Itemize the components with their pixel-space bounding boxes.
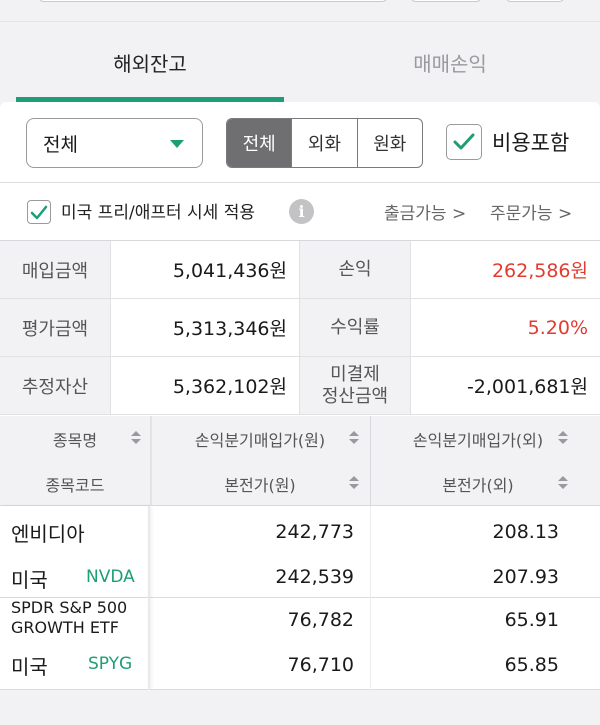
include-cost-checkbox[interactable] <box>446 124 482 160</box>
holding-name-line2: GROWTH ETF <box>11 618 119 637</box>
eval-amount-value: 5,313,346원 <box>111 299 300 356</box>
principal-fx-value: 207.93 <box>492 566 559 588</box>
orderable-link[interactable]: 주문가능 > <box>490 199 572 224</box>
breakeven-krw-value: 242,773 <box>275 521 354 543</box>
summary-row: 추정자산 5,362,102원 미결제 정산금액 -2,001,681원 <box>0 357 600 415</box>
pnl-label: 손익 <box>300 241 411 298</box>
unsettled-label-line1: 미결제 <box>330 363 380 385</box>
return-rate-label: 수익률 <box>300 299 411 356</box>
sort-icon[interactable] <box>558 431 568 445</box>
include-cost-label[interactable]: 비용포함 <box>492 124 569 160</box>
holding-country: 미국 <box>11 568 48 592</box>
holding-name-cell: SPDR S&P 500 GROWTH ETF 미국 SPYG <box>0 598 150 690</box>
check-icon <box>453 133 475 150</box>
segment-all[interactable]: 전체 <box>227 119 292 167</box>
principal-krw-value: 242,539 <box>275 566 354 588</box>
holding-row[interactable]: 엔비디아 미국 NVDA 242,773 242,539 208.13 207.… <box>0 506 600 598</box>
header-stock-name-label: 종목명 <box>52 430 98 450</box>
holding-code: SPYG <box>88 654 133 674</box>
summary-table: 매입금액 5,041,436원 손익 262,586원 평가금액 5,313,3… <box>0 240 600 415</box>
column-divider <box>370 416 371 506</box>
header-stock-code[interactable]: 종목코드 <box>0 461 150 506</box>
info-icon[interactable]: i <box>289 199 314 224</box>
toolbar-button-remnant-2[interactable] <box>505 0 565 2</box>
purchase-amount-value: 5,041,436원 <box>111 241 300 298</box>
breakeven-fx-value: 65.91 <box>504 609 559 631</box>
pnl-value: 262,586원 <box>491 260 588 282</box>
unsettled-amount-value: -2,001,681원 <box>466 376 588 398</box>
holding-row[interactable]: SPDR S&P 500 GROWTH ETF 미국 SPYG 76,782 7… <box>0 598 600 690</box>
summary-row: 평가금액 5,313,346원 수익률 5.20% <box>0 299 600 357</box>
header-principal-fx[interactable]: 본전가(외) <box>378 461 578 506</box>
return-rate-value: 5.20% <box>527 316 588 339</box>
toolbar-button-remnant[interactable] <box>410 0 482 2</box>
holding-name-line1: SPDR S&P 500 <box>11 598 128 617</box>
sort-icon[interactable] <box>349 431 359 445</box>
estimated-asset-value: 5,362,102원 <box>111 357 300 414</box>
tab-overseas-balance[interactable]: 해외잔고 <box>16 22 284 102</box>
balance-card: 전체 전체 외화 원화 비용포함 미국 프리/애프터 시세 적용 i 출금가능 … <box>0 102 600 725</box>
header-stock-name[interactable]: 종목명 <box>0 416 150 461</box>
summary-row: 매입금액 5,041,436원 손익 262,586원 <box>0 241 600 299</box>
estimated-asset-label: 추정자산 <box>0 357 111 414</box>
unsettled-label-line2: 정산금액 <box>321 385 389 407</box>
filter-row: 전체 전체 외화 원화 비용포함 <box>0 118 600 174</box>
tab-bar: 해외잔고 매매손익 <box>0 22 600 102</box>
principal-fx-value: 65.85 <box>504 654 559 676</box>
chevron-down-icon <box>170 140 184 148</box>
currency-segmented-control: 전체 외화 원화 <box>226 118 423 168</box>
sort-icon[interactable] <box>349 476 359 490</box>
header-breakeven-krw[interactable]: 손익분기매입가(원) <box>160 416 360 461</box>
asset-filter-select[interactable]: 전체 <box>26 118 203 168</box>
column-divider <box>370 506 371 598</box>
pre-after-label[interactable]: 미국 프리/애프터 시세 적용 <box>61 198 255 223</box>
segment-krw[interactable]: 원화 <box>356 119 422 167</box>
account-selector-remnant[interactable] <box>38 0 388 2</box>
breakeven-krw-value: 76,782 <box>287 609 354 631</box>
holding-country: 미국 <box>11 655 48 679</box>
sort-icon[interactable] <box>558 476 568 490</box>
check-icon <box>30 205 48 219</box>
column-divider <box>150 416 152 506</box>
tab-trade-pnl[interactable]: 매매손익 <box>316 22 584 102</box>
holding-name-cell: 엔비디아 미국 NVDA <box>0 506 150 598</box>
top-toolbar-remnant <box>0 0 600 22</box>
sort-icon[interactable] <box>131 431 141 445</box>
purchase-amount-label: 매입금액 <box>0 241 111 298</box>
holdings-header: 종목명 종목코드 손익분기매입가(원) 본전가(원) 손익분기매입가(외) 본전… <box>0 416 600 506</box>
withdrawable-link[interactable]: 출금가능 > <box>384 199 466 224</box>
header-principal-krw-label: 본전가(원) <box>224 475 296 495</box>
header-principal-fx-label: 본전가(외) <box>442 475 514 495</box>
header-principal-krw[interactable]: 본전가(원) <box>160 461 360 506</box>
column-divider <box>370 598 371 690</box>
breakeven-fx-value: 208.13 <box>492 521 559 543</box>
header-breakeven-krw-label: 손익분기매입가(원) <box>194 430 326 450</box>
pre-after-checkbox[interactable] <box>27 200 51 224</box>
asset-filter-value: 전체 <box>43 133 78 156</box>
holding-name: 엔비디아 <box>11 522 85 546</box>
bottom-spacer <box>0 690 600 725</box>
eval-amount-label: 평가금액 <box>0 299 111 356</box>
segment-foreign[interactable]: 외화 <box>291 119 356 167</box>
header-breakeven-fx-label: 손익분기매입가(외) <box>412 430 544 450</box>
principal-krw-value: 76,710 <box>287 654 354 676</box>
pre-after-row: 미국 프리/애프터 시세 적용 i 출금가능 > 주문가능 > <box>0 182 600 240</box>
holding-code: NVDA <box>86 567 135 587</box>
header-stock-code-label: 종목코드 <box>45 475 105 495</box>
header-breakeven-fx[interactable]: 손익분기매입가(외) <box>378 416 578 461</box>
unsettled-amount-label: 미결제 정산금액 <box>300 357 411 414</box>
